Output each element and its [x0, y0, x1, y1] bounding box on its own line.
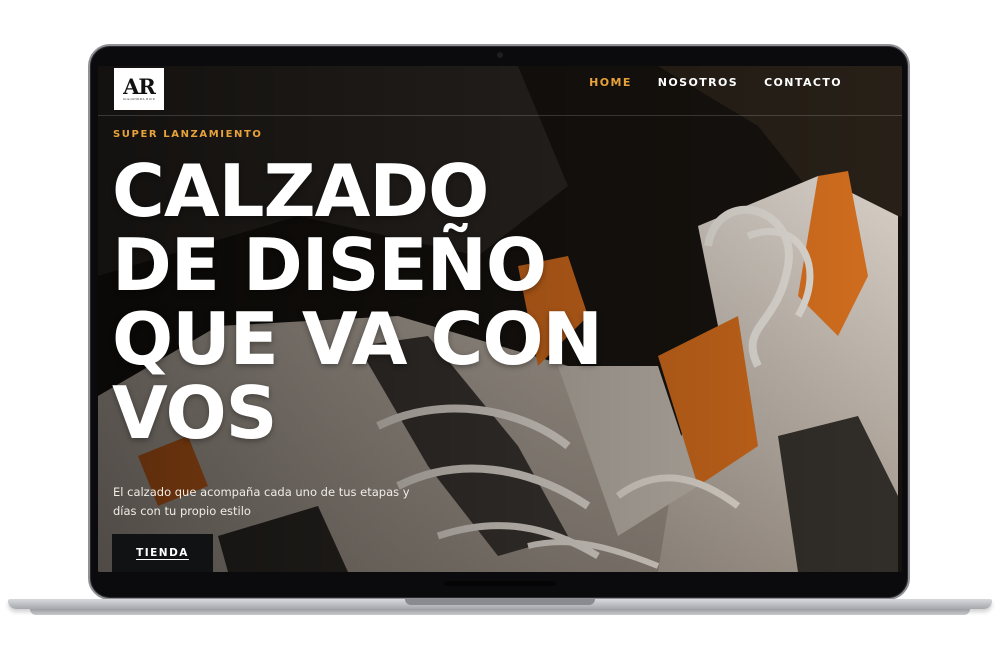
- headline-line: QUE VA CON: [112, 297, 603, 381]
- nav-item-home[interactable]: HOME: [589, 76, 632, 89]
- laptop-base-edge: [30, 609, 970, 615]
- description-line: días con tu propio estilo: [113, 504, 251, 518]
- screen-bezel-bottom: [98, 572, 902, 580]
- laptop-notch: [405, 599, 595, 605]
- webcam-icon: [497, 52, 503, 58]
- description-line: El calzado que acompaña cada uno de tus …: [113, 485, 410, 499]
- logo-subtext: ALEJANDRA RUIZ: [122, 96, 156, 101]
- headline-line: VOS: [112, 371, 278, 455]
- hero-kicker: SUPER LANZAMIENTO: [113, 129, 263, 140]
- top-navigation: AR ALEJANDRA RUIZ HOME NOSOTROS CONTACTO: [98, 66, 902, 116]
- main-menu: HOME NOSOTROS CONTACTO: [589, 76, 842, 89]
- laptop-hinge: [444, 581, 556, 586]
- tienda-button[interactable]: TIENDA: [112, 534, 213, 572]
- brand-logo[interactable]: AR ALEJANDRA RUIZ: [114, 68, 164, 110]
- hero-description: El calzado que acompaña cada uno de tus …: [113, 483, 433, 521]
- logo-text: AR: [123, 73, 156, 99]
- laptop-screen: AR ALEJANDRA RUIZ HOME NOSOTROS CONTACTO…: [98, 66, 902, 572]
- nav-item-contacto[interactable]: CONTACTO: [764, 76, 842, 89]
- headline-line: DE DISEÑO: [112, 223, 547, 307]
- nav-item-nosotros[interactable]: NOSOTROS: [658, 76, 738, 89]
- headline-line: CALZADO: [112, 149, 489, 233]
- hero-headline: CALZADO DE DISEÑO QUE VA CON VOS: [112, 154, 672, 450]
